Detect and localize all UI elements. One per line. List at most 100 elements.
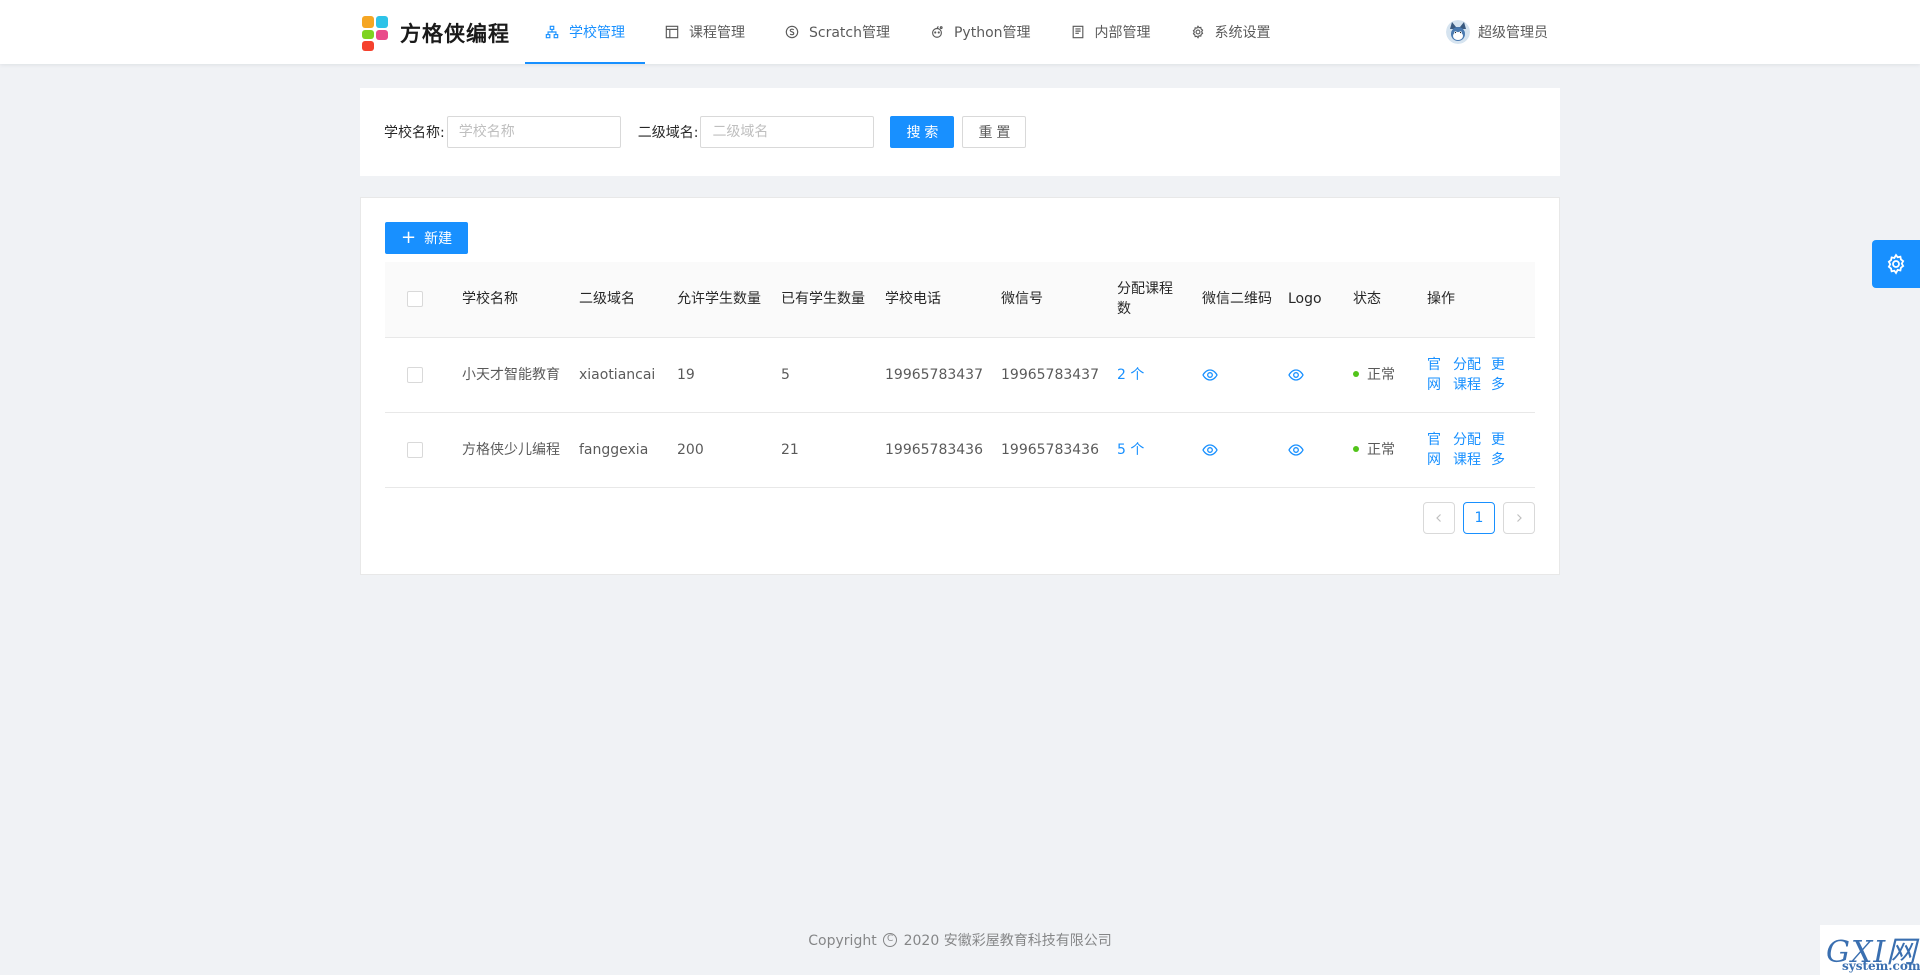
copyright-prefix: Copyright [808,933,877,949]
nav-item-label: 课程管理 [689,25,745,41]
cell-phone: 19965783436 [877,412,993,488]
logo-mark-icon [360,14,398,52]
gear-icon [1887,253,1905,275]
select-all-checkbox[interactable] [407,291,423,308]
copyright-text: 2020 安徽彩屋教育科技有限公司 [903,933,1112,949]
nav-item-label: 学校管理 [569,25,625,41]
python-icon [932,26,943,38]
official-site-link[interactable]: 官网 [1427,430,1453,470]
next-page-button[interactable] [1503,502,1535,534]
site-watermark: GXI网 system.com [1820,925,1920,975]
cell-school-name: 方格侠少儿编程 [454,412,571,488]
chevron-left-icon [1436,514,1441,522]
col-status: 状态 [1345,262,1419,338]
pagination: 1 [1415,502,1535,534]
status-dot [1353,445,1359,452]
cell-current-students: 21 [773,412,877,488]
user-name: 超级管理员 [1478,25,1548,41]
nav-item-label: Python管理 [953,25,1031,41]
cell-current-students: 5 [773,337,877,413]
eye-icon[interactable] [1288,367,1304,383]
domain-label: 二级域名: [637,125,699,141]
nav-item-settings[interactable]: 系统设置 [1171,0,1291,64]
cell-wechat: 19965783437 [993,337,1109,413]
courses-link[interactable]: 2 个 [1117,367,1144,383]
reset-button[interactable]: 重置 [962,116,1027,148]
top-header: 方格侠编程 学校管理 课程管理 Scratch管理 Python管理 内部管理 … [0,0,1920,64]
nav-item-python[interactable]: Python管理 [910,0,1051,64]
table-row: 小天才智能教育 xiaotiancai 19 5 19965783437 199… [385,337,1535,413]
cell-courses: 2 个 [1109,337,1194,413]
school-table: 学校名称 二级域名 允许学生数量 已有学生数量 学校电话 微信号 分配课程数 微… [385,262,1535,488]
logo[interactable]: 方格侠编程 [360,14,510,52]
col-phone: 学校电话 [877,262,993,338]
header-inner: 方格侠编程 学校管理 课程管理 Scratch管理 Python管理 内部管理 … [360,0,1560,64]
layout-icon [665,25,679,39]
cell-allowed-students: 19 [669,337,773,413]
page-number-button[interactable]: 1 [1463,502,1495,534]
nav-item-scratch[interactable]: Scratch管理 [765,0,910,64]
col-logo: Logo [1280,262,1345,338]
cell-phone: 19965783437 [877,337,993,413]
brand-name: 方格侠编程 [400,22,510,46]
nav-item-internal[interactable]: 内部管理 [1051,0,1171,64]
col-wechat-qrcode: 微信二维码 [1194,262,1280,338]
copyright-icon: C [883,933,898,947]
col-actions: 操作 [1419,262,1535,338]
avatar [1446,20,1470,44]
row-select-cell [385,412,454,488]
chevron-right-icon [1517,514,1522,522]
nav-item-schools[interactable]: 学校管理 [525,0,645,64]
settings-drawer-toggle[interactable] [1872,240,1920,288]
watermark-sub: system.com [1842,959,1920,973]
eye-icon[interactable] [1202,442,1218,458]
nav-item-label: 内部管理 [1094,25,1151,41]
new-button-label: 新建 [424,231,453,247]
school-name-input[interactable] [446,116,621,148]
cell-qrcode [1194,412,1280,488]
cell-domain: fanggexia [571,412,669,488]
school-name-label: 学校名称: [384,125,445,141]
assign-course-link[interactable]: 分配课程 [1453,355,1491,395]
row-checkbox[interactable] [407,366,423,383]
search-button[interactable]: 搜索 [890,116,955,148]
nav-item-label: 系统设置 [1214,25,1271,41]
eye-icon[interactable] [1288,442,1304,458]
nav-item-courses[interactable]: 课程管理 [645,0,765,64]
row-select-cell [385,337,454,413]
cell-logo [1280,337,1345,413]
prev-page-button[interactable] [1423,502,1455,534]
main-nav: 学校管理 课程管理 Scratch管理 Python管理 内部管理 系统设置 [525,0,1291,64]
search-panel: 学校名称: 二级域名: 搜索 重置 [360,88,1560,176]
status-dot [1353,370,1359,377]
book-icon [1072,25,1083,39]
table-header-row: 学校名称 二级域名 允许学生数量 已有学生数量 学校电话 微信号 分配课程数 微… [385,262,1535,338]
official-site-link[interactable]: 官网 [1427,355,1453,395]
domain-input[interactable] [700,116,875,148]
plus-icon: + [401,227,417,248]
more-link[interactable]: 更多 [1491,430,1517,470]
assign-course-link[interactable]: 分配课程 [1453,430,1491,470]
search-form: 学校名称: 二级域名: 搜索 重置 [384,116,1027,148]
eye-icon[interactable] [1202,367,1218,383]
table-row: 方格侠少儿编程 fanggexia 200 21 19965783436 199… [385,412,1535,488]
cell-status: 正常 [1345,412,1419,488]
scratch-icon [785,25,799,39]
cell-school-name: 小天才智能教育 [454,337,571,413]
user-menu[interactable]: 超级管理员 [1446,20,1548,44]
gear-icon [1192,25,1203,39]
nav-item-label: Scratch管理 [809,25,890,41]
col-courses: 分配课程数 [1109,262,1194,338]
courses-link[interactable]: 5 个 [1117,442,1144,458]
org-chart-icon [545,25,559,39]
cell-actions: 官网 分配课程 更多 [1419,337,1535,413]
more-link[interactable]: 更多 [1491,355,1517,395]
cell-courses: 5 个 [1109,412,1194,488]
cell-logo [1280,412,1345,488]
new-school-button[interactable]: + 新建 [385,222,469,254]
footer: Copyright C 2020 安徽彩屋教育科技有限公司 [0,930,1920,950]
col-domain: 二级域名 [571,262,669,338]
status-text: 正常 [1367,441,1395,458]
row-checkbox[interactable] [407,441,423,458]
cell-allowed-students: 200 [669,412,773,488]
